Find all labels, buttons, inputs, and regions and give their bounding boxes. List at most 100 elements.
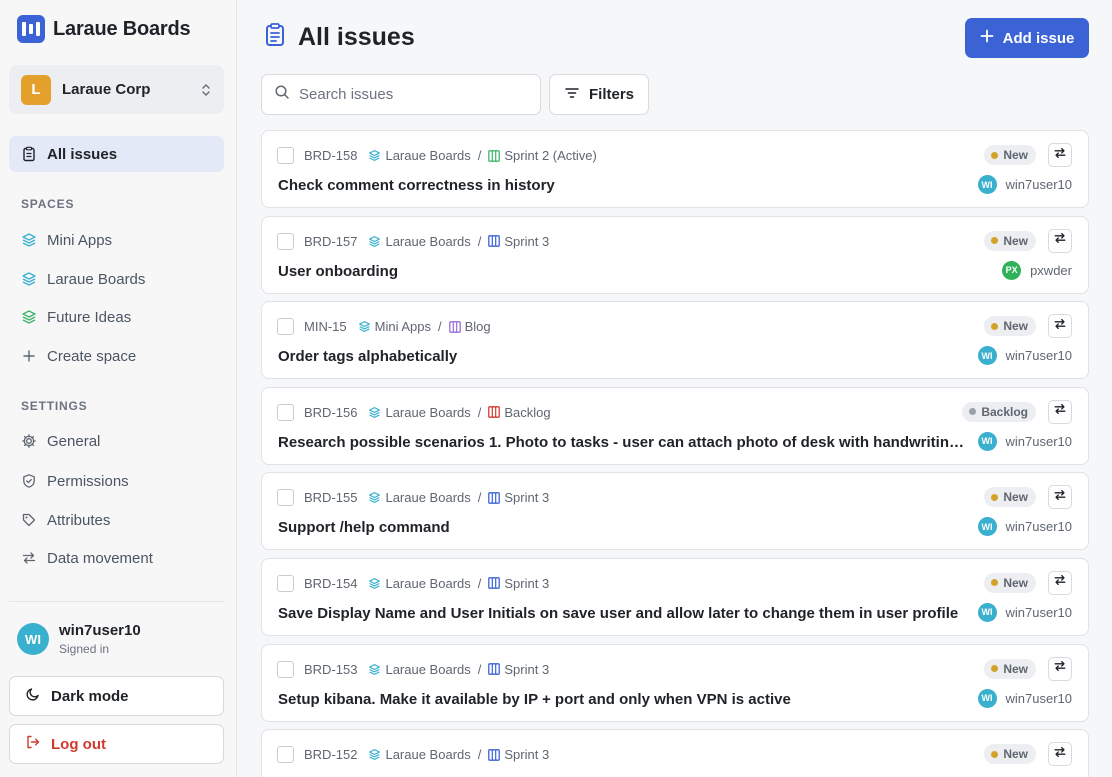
issue-checkbox[interactable] xyxy=(277,746,294,764)
issue-title[interactable]: Setup kibana. Make it available by IP + … xyxy=(278,691,968,708)
layers-icon xyxy=(368,577,381,590)
issue-title[interactable]: Research possible scenarios 1. Photo to … xyxy=(278,434,968,451)
move-issue-button[interactable] xyxy=(1048,228,1072,253)
status-dot xyxy=(991,665,999,673)
settings-label: Permissions xyxy=(47,472,129,490)
board-icon xyxy=(488,577,501,590)
settings-item-data-movement[interactable]: Data movement xyxy=(9,540,224,576)
issue-card[interactable]: BRD-153 Laraue Boards / Sprint 3 New Setup ki… xyxy=(261,643,1089,722)
status-badge: Backlog xyxy=(962,401,1036,422)
issue-card[interactable]: MIN-15 Mini Apps / Blog New Order tags alphab… xyxy=(261,301,1089,380)
board-icon xyxy=(488,406,501,419)
board-icon xyxy=(448,320,461,333)
brand[interactable]: Laraue Boards xyxy=(17,15,191,43)
issue-board[interactable]: Sprint 3 xyxy=(504,662,549,677)
issue-card[interactable]: BRD-156 Laraue Boards / Backlog Backlog Resea… xyxy=(261,386,1089,465)
move-issue-button[interactable] xyxy=(1048,399,1072,424)
plus-icon xyxy=(980,29,994,47)
issue-checkbox[interactable] xyxy=(277,574,294,592)
space-label: Mini Apps xyxy=(47,231,113,249)
sidebar-divider xyxy=(9,601,224,602)
issue-board[interactable]: Sprint 3 xyxy=(504,490,549,505)
status-label: Backlog xyxy=(981,404,1028,419)
move-issue-button[interactable] xyxy=(1048,656,1072,681)
issue-title[interactable]: Order tags alphabetically xyxy=(278,348,968,365)
avatar: WI xyxy=(977,175,997,194)
move-issue-button[interactable] xyxy=(1048,143,1072,167)
filters-button[interactable]: Filters xyxy=(549,74,649,115)
shield-icon xyxy=(21,473,37,489)
breadcrumb-separator: / xyxy=(477,661,482,677)
assignee-name: win7user10 xyxy=(1005,433,1073,449)
search-input[interactable] xyxy=(299,86,519,103)
dark-mode-label: Dark mode xyxy=(51,687,129,705)
breadcrumb-separator: / xyxy=(438,319,442,335)
issue-checkbox[interactable] xyxy=(277,489,294,507)
issue-meta: BRD-155 Laraue Boards / Sprint 3 xyxy=(304,490,549,505)
issue-checkbox[interactable] xyxy=(277,660,294,678)
issue-card[interactable]: BRD-154 Laraue Boards / Sprint 3 New Save Dis… xyxy=(261,557,1089,636)
settings-label: General xyxy=(47,432,101,450)
issue-board[interactable]: Blog xyxy=(465,319,491,334)
issue-meta: BRD-158 Laraue Boards / Sprint 2 (Active) xyxy=(304,148,597,163)
issue-card[interactable]: BRD-152 Laraue Boards / Sprint 3 New xyxy=(261,729,1089,777)
issue-space[interactable]: Laraue Boards xyxy=(385,662,470,677)
issue-space[interactable]: Laraue Boards xyxy=(385,405,470,420)
issue-title[interactable]: Support /help command xyxy=(278,519,968,536)
move-issue-button[interactable] xyxy=(1048,742,1072,767)
issue-title[interactable]: Check comment correctness in history xyxy=(278,177,968,194)
issue-space[interactable]: Laraue Boards xyxy=(385,576,470,591)
status-badge: New xyxy=(984,572,1036,593)
settings-item-general[interactable]: General xyxy=(9,423,224,459)
move-issue-button[interactable] xyxy=(1048,570,1072,595)
issue-checkbox[interactable] xyxy=(277,403,294,421)
issue-assignee: PX pxwder xyxy=(1002,260,1072,280)
issue-board[interactable]: Backlog xyxy=(504,405,550,420)
dark-mode-button[interactable]: Dark mode xyxy=(9,676,224,716)
issue-space[interactable]: Laraue Boards xyxy=(385,234,470,249)
move-issue-button[interactable] xyxy=(1048,314,1072,339)
issue-card[interactable]: BRD-155 Laraue Boards / Sprint 3 New Support … xyxy=(261,472,1089,551)
layers-icon xyxy=(368,491,381,504)
issue-board[interactable]: Sprint 3 xyxy=(504,576,549,591)
issue-space[interactable]: Laraue Boards xyxy=(385,747,470,762)
board-icon xyxy=(488,149,501,162)
layers-icon xyxy=(21,232,37,248)
issue-card[interactable]: BRD-158 Laraue Boards / Sprint 2 (Active) Ne… xyxy=(261,130,1089,208)
space-item-laraue-boards[interactable]: Laraue Boards xyxy=(9,261,224,297)
issue-board[interactable]: Sprint 3 xyxy=(504,234,549,249)
breadcrumb-separator: / xyxy=(477,404,482,420)
issue-meta: MIN-15 Mini Apps / Blog xyxy=(304,319,491,334)
settings-item-permissions[interactable]: Permissions xyxy=(9,463,224,499)
space-item-mini-apps[interactable]: Mini Apps xyxy=(9,222,224,258)
space-item-future-ideas[interactable]: Future Ideas xyxy=(9,299,224,335)
nav-all-issues[interactable]: All issues xyxy=(9,136,224,172)
issue-meta: BRD-154 Laraue Boards / Sprint 3 xyxy=(304,576,549,591)
issue-space[interactable]: Mini Apps xyxy=(375,319,431,334)
settings-item-attributes[interactable]: Attributes xyxy=(9,502,224,538)
issue-space[interactable]: Laraue Boards xyxy=(385,148,470,163)
layers-icon xyxy=(358,320,371,333)
brand-name: Laraue Boards xyxy=(53,17,191,40)
issue-board[interactable]: Sprint 2 (Active) xyxy=(504,148,596,163)
issue-checkbox[interactable] xyxy=(277,232,294,250)
sidebar: Laraue Boards L Laraue Corp All issues S… xyxy=(0,0,237,777)
issue-key: BRD-153 xyxy=(304,661,358,677)
create-space-button[interactable]: Create space xyxy=(9,338,224,374)
move-issue-button[interactable] xyxy=(1048,485,1072,510)
issue-space[interactable]: Laraue Boards xyxy=(385,490,470,505)
issue-checkbox[interactable] xyxy=(277,318,294,336)
board-icon xyxy=(488,235,501,247)
nav-label: All issues xyxy=(47,145,118,163)
log-out-button[interactable]: Log out xyxy=(9,724,224,764)
issue-title[interactable]: User onboarding xyxy=(278,263,968,280)
issue-title[interactable]: Save Display Name and User Initials on s… xyxy=(278,605,968,622)
org-switcher[interactable]: L Laraue Corp xyxy=(9,65,224,114)
issue-key: BRD-155 xyxy=(304,490,358,506)
issue-card[interactable]: BRD-157 Laraue Boards / Sprint 3 New User onb… xyxy=(261,215,1089,294)
space-label: Future Ideas xyxy=(47,308,132,326)
issue-checkbox[interactable] xyxy=(277,147,294,164)
add-issue-button[interactable]: Add issue xyxy=(965,18,1089,58)
issue-board[interactable]: Sprint 3 xyxy=(504,747,549,762)
logout-icon xyxy=(25,734,41,754)
